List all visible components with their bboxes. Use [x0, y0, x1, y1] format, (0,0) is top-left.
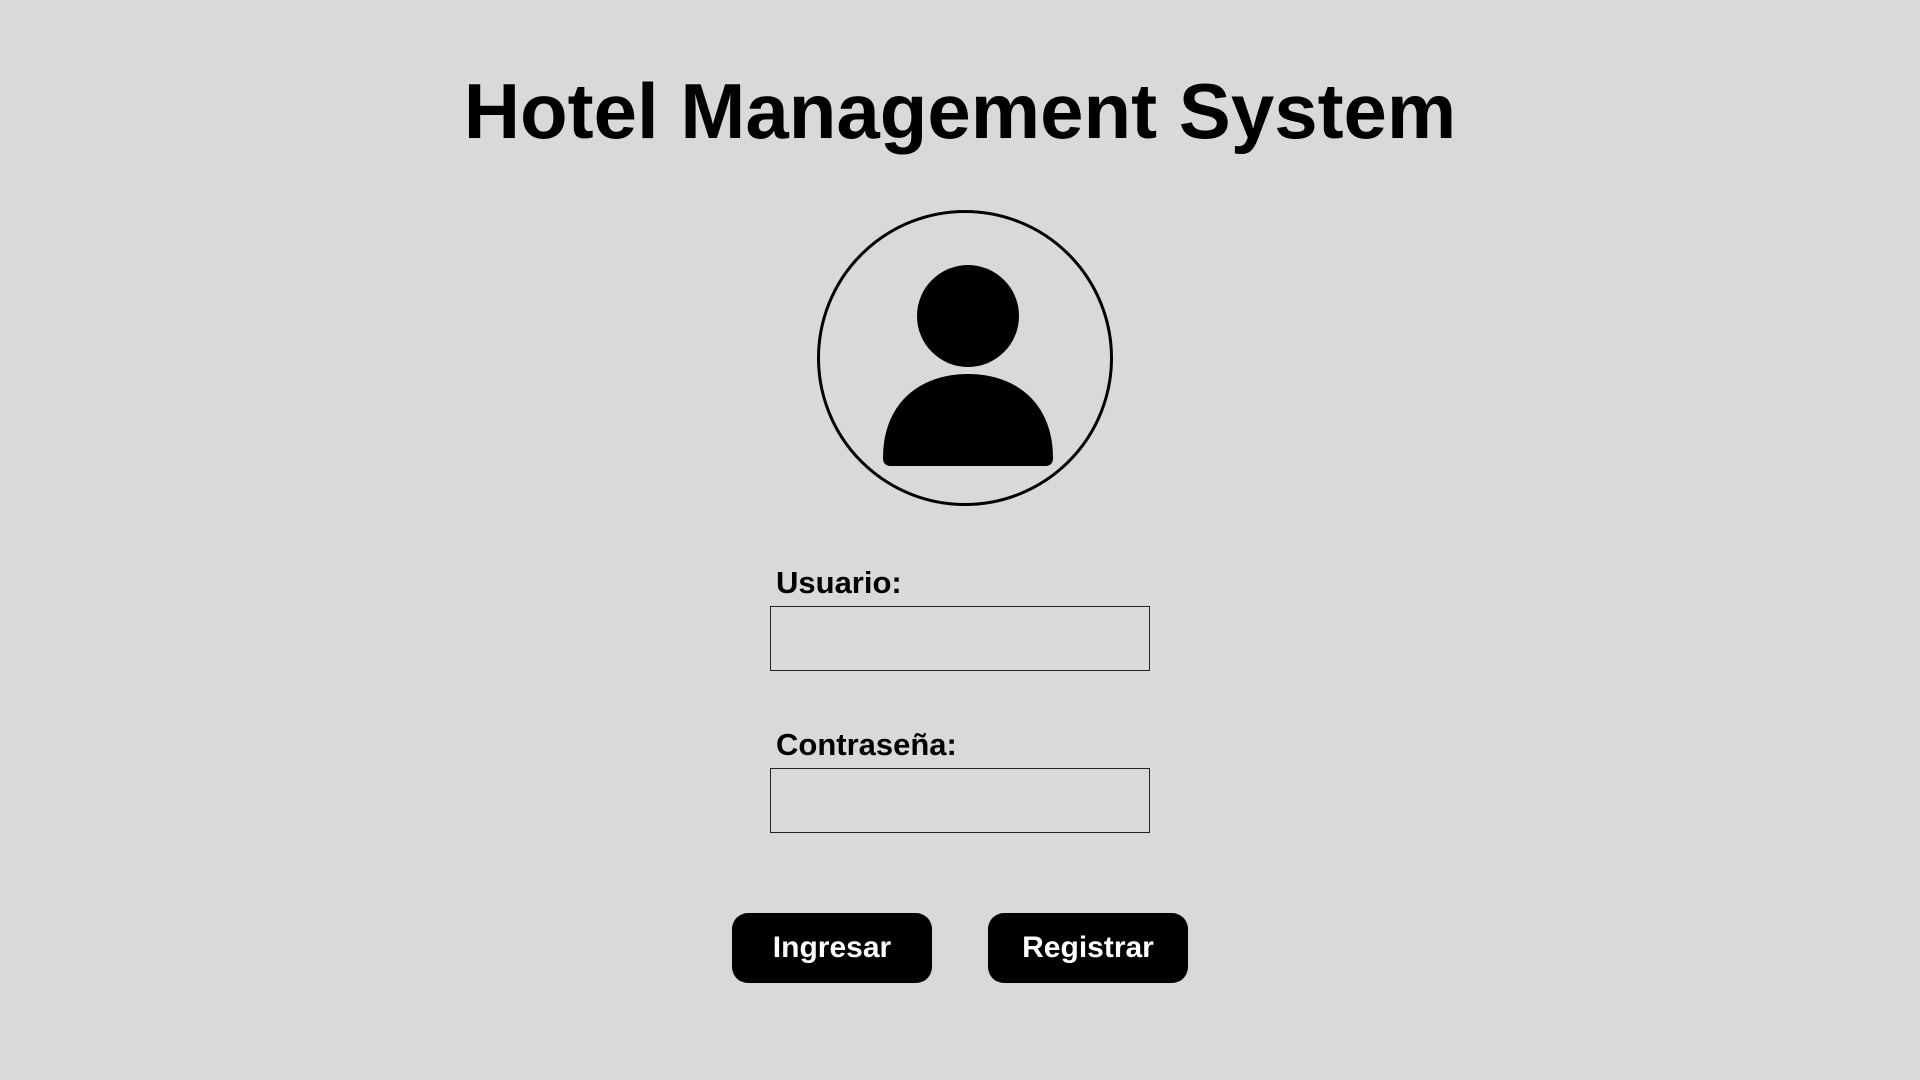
- register-button[interactable]: Registrar: [988, 913, 1188, 983]
- page-title: Hotel Management System: [463, 67, 1457, 155]
- username-input[interactable]: [770, 606, 1150, 671]
- password-input[interactable]: [770, 768, 1150, 833]
- username-label: Usuario:: [776, 565, 902, 600]
- avatar: [817, 210, 1113, 506]
- login-screen: Hotel Management System Usuario: Contras…: [0, 0, 1920, 1080]
- user-icon: [883, 265, 1053, 466]
- password-label: Contraseña:: [776, 727, 957, 762]
- login-button[interactable]: Ingresar: [732, 913, 932, 983]
